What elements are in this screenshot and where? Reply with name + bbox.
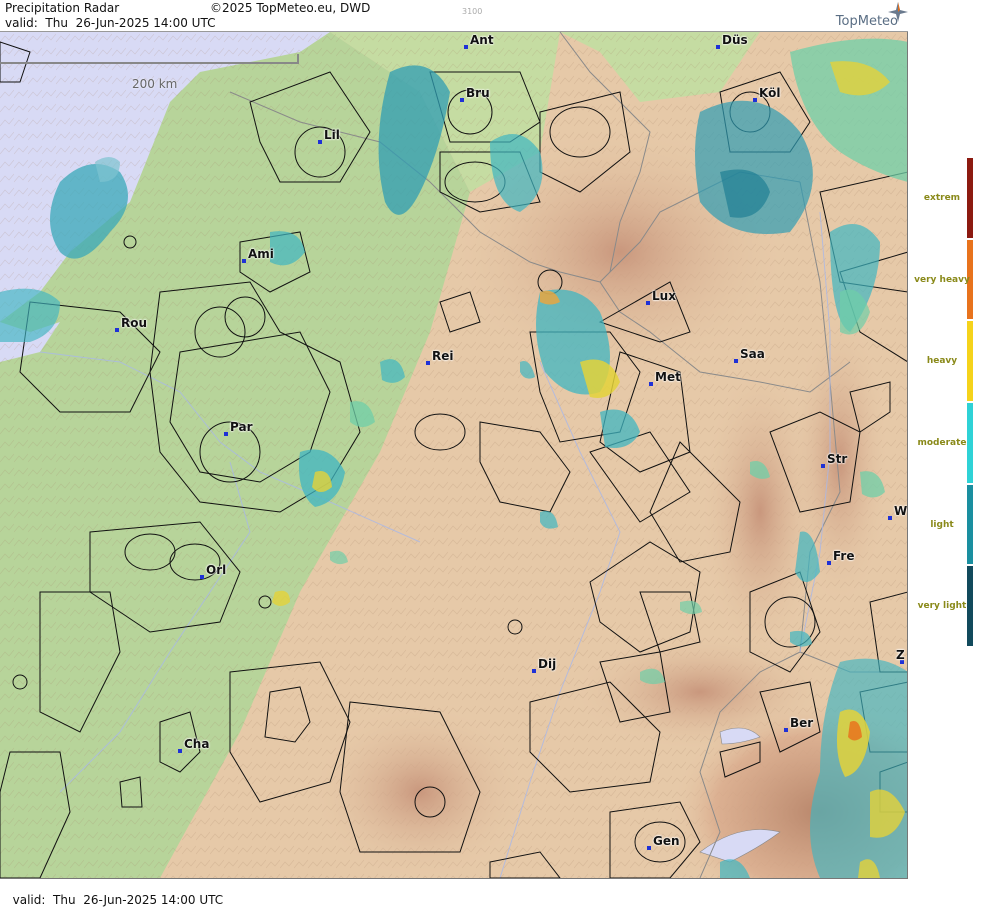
city-label-str: Str bbox=[827, 452, 848, 466]
city-label-met: Met bbox=[655, 370, 681, 384]
legend-label: very light bbox=[917, 601, 967, 612]
legend-label: moderate bbox=[917, 437, 967, 448]
city-label-lil: Lil bbox=[324, 128, 340, 142]
city-label-z: Z bbox=[896, 648, 905, 662]
map-canvas bbox=[0, 32, 907, 878]
legend-label: very heavy bbox=[914, 274, 970, 285]
city-label-cha: Cha bbox=[184, 737, 210, 751]
city-label-fre: Fre bbox=[833, 549, 855, 563]
city-dot bbox=[200, 575, 204, 579]
city-dot bbox=[647, 846, 651, 850]
city-dot bbox=[821, 464, 825, 468]
city-dot bbox=[426, 361, 430, 365]
city-label-lux: Lux bbox=[652, 289, 676, 303]
legend-label: light bbox=[930, 519, 954, 530]
city-label-köl: Köl bbox=[759, 86, 781, 100]
legend-color-bar bbox=[967, 158, 973, 648]
city-dot bbox=[734, 359, 738, 363]
city-label-rou: Rou bbox=[121, 316, 148, 330]
city-dot bbox=[464, 45, 468, 49]
precipitation-legend: extrem very heavy heavy moderate light very l… bbox=[908, 0, 1000, 893]
city-dot bbox=[224, 432, 228, 436]
city-label-par: Par bbox=[230, 420, 253, 434]
city-label-w: W bbox=[894, 504, 908, 518]
city-dot bbox=[178, 749, 182, 753]
city-dot bbox=[753, 98, 757, 102]
city-dot bbox=[115, 328, 119, 332]
city-dot bbox=[242, 259, 246, 263]
city-label-ami: Ami bbox=[248, 247, 274, 261]
valid-time-footer: valid: Thu 26-Jun-2025 14:00 UTC bbox=[12, 893, 224, 907]
city-dot bbox=[318, 140, 322, 144]
city-label-dij: Dij bbox=[538, 657, 557, 671]
city-label-ber: Ber bbox=[790, 716, 814, 730]
city-dot bbox=[716, 45, 720, 49]
city-label-rei: Rei bbox=[432, 349, 454, 363]
city-dot bbox=[827, 561, 831, 565]
city-dot bbox=[646, 301, 650, 305]
legend-label: heavy bbox=[926, 356, 958, 367]
city-dot bbox=[460, 98, 464, 102]
footer-bar: valid: Thu 26-Jun-2025 14:00 UTC bbox=[0, 878, 908, 907]
city-dot bbox=[784, 728, 788, 732]
city-label-ant: Ant bbox=[470, 33, 494, 47]
city-dot bbox=[649, 382, 653, 386]
copyright-text: ©2025 TopMeteo.eu, DWD bbox=[210, 1, 371, 15]
compass-star-icon bbox=[888, 2, 908, 22]
header-bar: Precipitation Radar ©2025 TopMeteo.eu, D… bbox=[0, 0, 908, 32]
city-label-orl: Orl bbox=[206, 563, 227, 577]
city-dot bbox=[888, 516, 892, 520]
city-label-gen: Gen bbox=[653, 834, 680, 848]
map-title: Precipitation Radar bbox=[5, 1, 120, 15]
city-label-saa: Saa bbox=[740, 347, 765, 361]
city-label-bru: Bru bbox=[466, 86, 490, 100]
scale-label: 200 km bbox=[132, 77, 178, 91]
city-dot bbox=[532, 669, 536, 673]
map-code: 3100 bbox=[462, 7, 483, 16]
city-label-düs: Düs bbox=[722, 33, 748, 47]
legend-label: extrem bbox=[923, 192, 961, 203]
valid-time: valid: Thu 26-Jun-2025 14:00 UTC bbox=[5, 16, 216, 30]
radar-map[interactable]: Ant Düs Bru Köl Lil Ami Rou Lux Rei Saa Met Par Str W… bbox=[0, 32, 908, 878]
